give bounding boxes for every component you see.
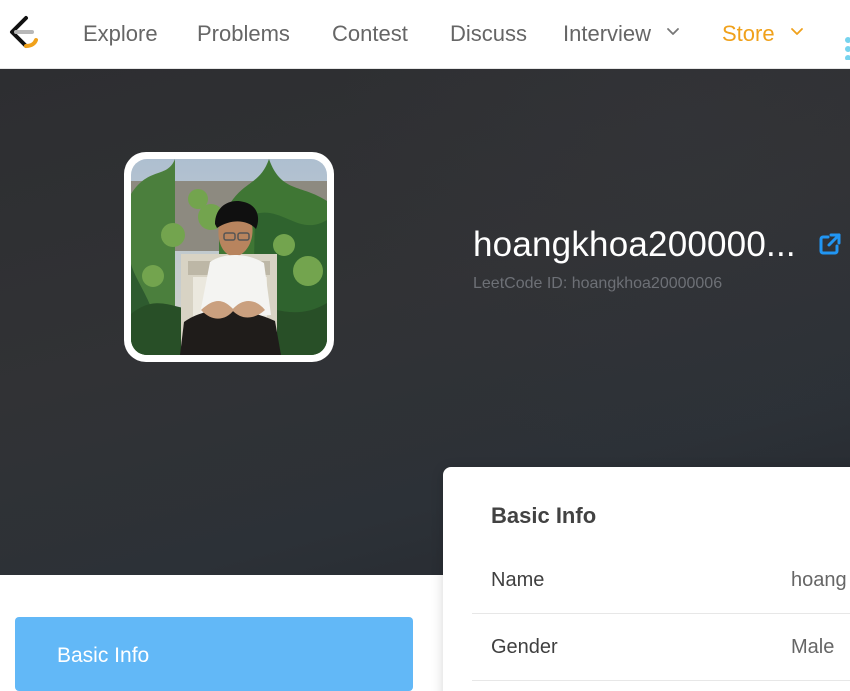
nav-discuss-label: Discuss [450, 21, 528, 46]
basic-info-section-tab-label: Basic Info [57, 644, 150, 667]
nav-store[interactable]: Store [722, 19, 805, 49]
nav-contest-label: Contest [332, 21, 408, 46]
avatar-frame [124, 152, 334, 362]
chevron-down-icon [667, 28, 680, 35]
avatar[interactable] [131, 159, 327, 355]
nav-discuss[interactable]: Discuss [450, 19, 527, 49]
basic-info-section-tab[interactable]: Basic Info [15, 617, 413, 691]
basic-info-title: Basic Info [491, 503, 597, 528]
leetcode-id: LeetCode ID: hoangkhoa20000006 [473, 275, 723, 292]
info-value-gender: Male [791, 636, 835, 658]
leetcode-logo[interactable] [4, 14, 40, 50]
info-row-name: Name hoang [472, 546, 850, 614]
info-label-gender: Gender [491, 636, 558, 658]
nav-contest[interactable]: Contest [332, 19, 408, 49]
external-link-icon[interactable] [817, 231, 843, 257]
basic-info-card: Basic Info Name hoang Gender Male [443, 467, 850, 691]
nav-interview-label: Interview [563, 21, 652, 46]
profile-username: hoangkhoa200000... [473, 225, 796, 264]
nav-store-label: Store [722, 21, 775, 46]
info-label-name: Name [491, 569, 545, 591]
nav-explore-label: Explore [83, 21, 158, 46]
top-navigation: Explore Problems Contest Discuss Intervi… [0, 0, 850, 69]
chevron-down-icon [790, 28, 803, 35]
nav-explore[interactable]: Explore [83, 19, 158, 49]
nav-problems[interactable]: Problems [197, 19, 290, 49]
nav-problems-label: Problems [197, 21, 290, 46]
nav-interview[interactable]: Interview [563, 19, 681, 49]
info-row-gender: Gender Male [472, 613, 850, 681]
profile-page: Explore Problems Contest Discuss Intervi… [0, 0, 850, 691]
info-value-name: hoang [791, 569, 847, 591]
partial-nav-icon[interactable] [840, 34, 850, 60]
